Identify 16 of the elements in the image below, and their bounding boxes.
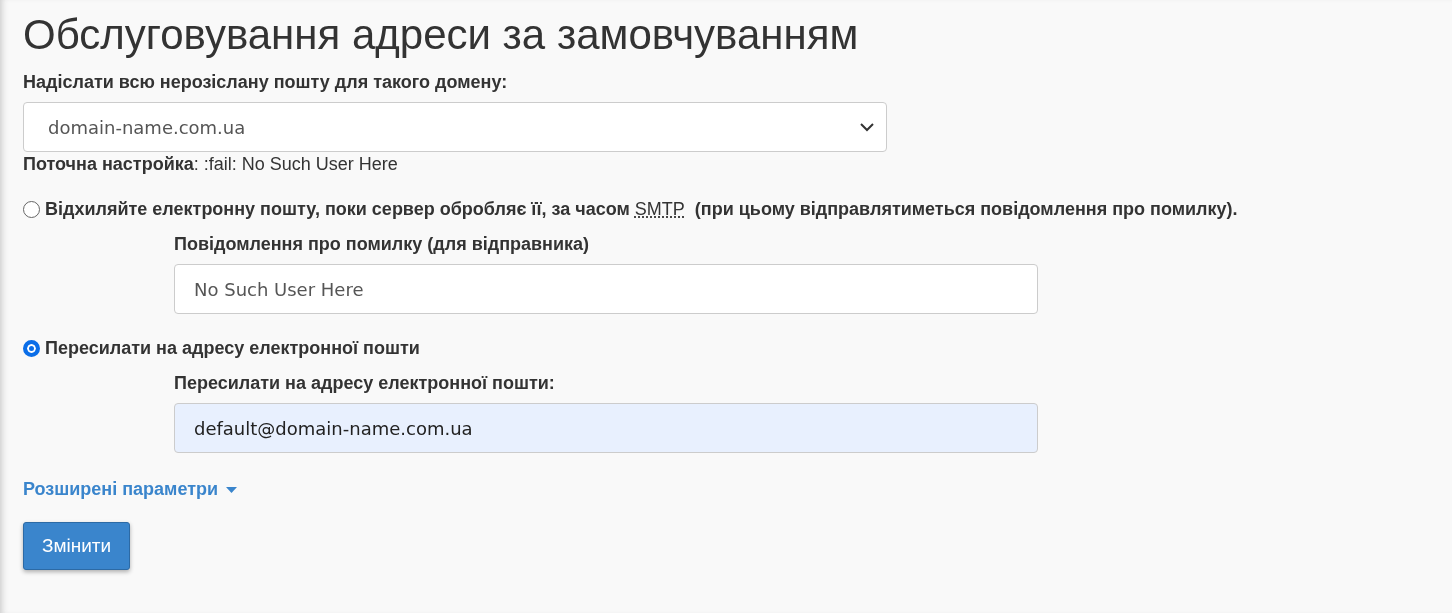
chevron-down-icon bbox=[860, 122, 874, 132]
option-label: Відхиляйте електронну пошту, поки сервер обробляє її, за часом SMTP (при цьому відправлятиметься повідомлення про помилку). bbox=[45, 199, 1238, 221]
radio-button[interactable] bbox=[23, 201, 40, 219]
radio-button[interactable] bbox=[23, 340, 40, 358]
domain-label: Надіслати всю нерозіслану пошту для такого домену: bbox=[23, 72, 509, 94]
domain-select[interactable]: domain-name.com.ua bbox=[23, 102, 887, 153]
advanced-options-link[interactable]: Розширені параметри bbox=[23, 479, 238, 501]
input-field[interactable]: default@domain-name.com.ua bbox=[174, 403, 1038, 454]
caret-icon bbox=[226, 486, 238, 493]
page-title: Обслуговування адреси за замовчуванням bbox=[23, 12, 860, 59]
input-field[interactable]: No Such User Here bbox=[174, 264, 1038, 315]
field-label: Повідомлення про помилку (для відправника) bbox=[174, 234, 591, 256]
current-setting: Поточна настройка: :fail: No Such User Here bbox=[23, 154, 399, 176]
field-label: Пересилати на адресу електронної пошти: bbox=[174, 373, 556, 395]
submit-button[interactable]: Змінити bbox=[23, 522, 131, 571]
option-label: Пересилати на адресу електронної пошти bbox=[45, 338, 420, 360]
